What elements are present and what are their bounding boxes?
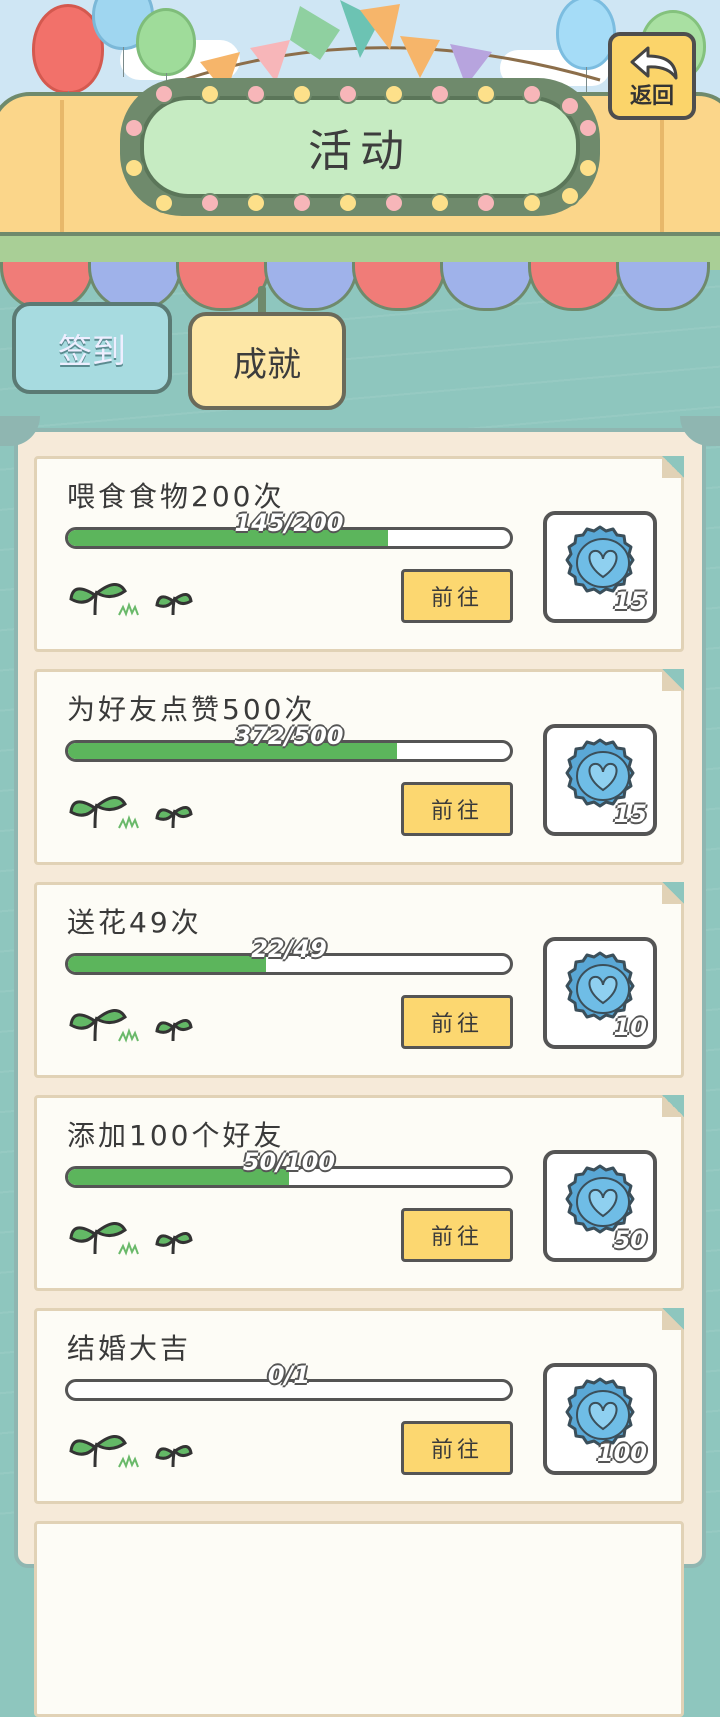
reward-slot[interactable]: 100	[543, 1363, 657, 1475]
sprout-icon	[69, 1222, 193, 1256]
sign-bulb	[246, 84, 266, 104]
scallop	[440, 262, 534, 311]
reward-slot[interactable]: 15	[543, 724, 657, 836]
sign-bulb	[338, 84, 358, 104]
achievement-card: 结婚大吉 0/1 前往 100	[34, 1308, 684, 1504]
progress-text: 145/200	[234, 509, 344, 537]
tab-signin-label: 签到	[58, 331, 126, 372]
scallop	[616, 262, 710, 311]
sign-bulb	[384, 84, 404, 104]
sign-bulb	[154, 84, 174, 104]
sign-bulb	[200, 84, 220, 104]
reward-count: 10	[613, 1013, 647, 1041]
achievement-card: 送花49次 22/49 前往 10	[34, 882, 684, 1078]
tab-achievements-label: 成就	[233, 344, 301, 385]
reward-count: 15	[613, 800, 647, 828]
achievement-card	[34, 1521, 684, 1717]
go-button[interactable]: 前往	[401, 569, 513, 623]
roof-stripe	[660, 100, 664, 240]
reward-slot[interactable]: 50	[543, 1150, 657, 1262]
sign-bulb	[154, 193, 174, 213]
achievement-card: 添加100个好友 50/100 前往 50	[34, 1095, 684, 1291]
back-button[interactable]: 返回	[608, 32, 696, 120]
sign-bulb	[430, 84, 450, 104]
scallop	[264, 262, 358, 311]
scallop	[528, 262, 622, 311]
card-fold-corner	[662, 456, 684, 478]
reward-count: 50	[613, 1226, 647, 1254]
reward-slot[interactable]: 15	[543, 511, 657, 623]
go-button[interactable]: 前往	[401, 782, 513, 836]
sprout-icon	[69, 796, 193, 830]
reward-count: 15	[613, 587, 647, 615]
sign-bulb	[200, 193, 220, 213]
sign-bulb	[292, 193, 312, 213]
progress-text: 22/49	[251, 935, 327, 963]
achievement-card: 喂食食物200次 145/200 前往 15	[34, 456, 684, 652]
sprout-icon	[69, 1009, 193, 1043]
sign-bulb	[124, 158, 144, 178]
sign-bulb	[476, 84, 496, 104]
sign-bulb	[384, 193, 404, 213]
card-fold-corner	[662, 1095, 684, 1117]
sprout-icon	[69, 1435, 193, 1469]
back-arrow-icon	[630, 46, 678, 80]
card-fold-corner	[662, 669, 684, 691]
sign-bulb	[522, 84, 542, 104]
scallop	[352, 262, 446, 311]
card-fold-corner	[662, 1308, 684, 1330]
tab-achievements[interactable]: 成就	[188, 312, 346, 410]
sprout-icon	[69, 583, 193, 617]
progress-text: 0/1	[267, 1361, 311, 1389]
title-sign: 活动	[140, 96, 580, 198]
sign-bulb	[430, 193, 450, 213]
go-button[interactable]: 前往	[401, 1208, 513, 1262]
sign-bulb	[476, 193, 496, 213]
sign-bulb	[338, 193, 358, 213]
sign-bulb	[292, 84, 312, 104]
sign-bulb	[246, 193, 266, 213]
progress-text: 372/500	[234, 722, 344, 750]
sign-bulb	[578, 118, 598, 138]
sign-bulb	[522, 193, 542, 213]
tab-signin[interactable]: 签到	[12, 302, 172, 394]
scallop	[176, 262, 270, 311]
sign-bulb	[578, 158, 598, 178]
sign-bulb	[560, 186, 580, 206]
progress-text: 50/100	[242, 1148, 336, 1176]
page-title: 活动	[308, 126, 412, 177]
reward-slot[interactable]: 10	[543, 937, 657, 1049]
card-fold-corner	[662, 882, 684, 904]
reward-count: 100	[596, 1439, 647, 1467]
sign-bulb	[560, 96, 580, 116]
roof-stripe	[60, 100, 64, 240]
go-button[interactable]: 前往	[401, 1421, 513, 1475]
go-button[interactable]: 前往	[401, 995, 513, 1049]
achievement-card: 为好友点赞500次 372/500 前往 15	[34, 669, 684, 865]
sign-bulb	[124, 118, 144, 138]
